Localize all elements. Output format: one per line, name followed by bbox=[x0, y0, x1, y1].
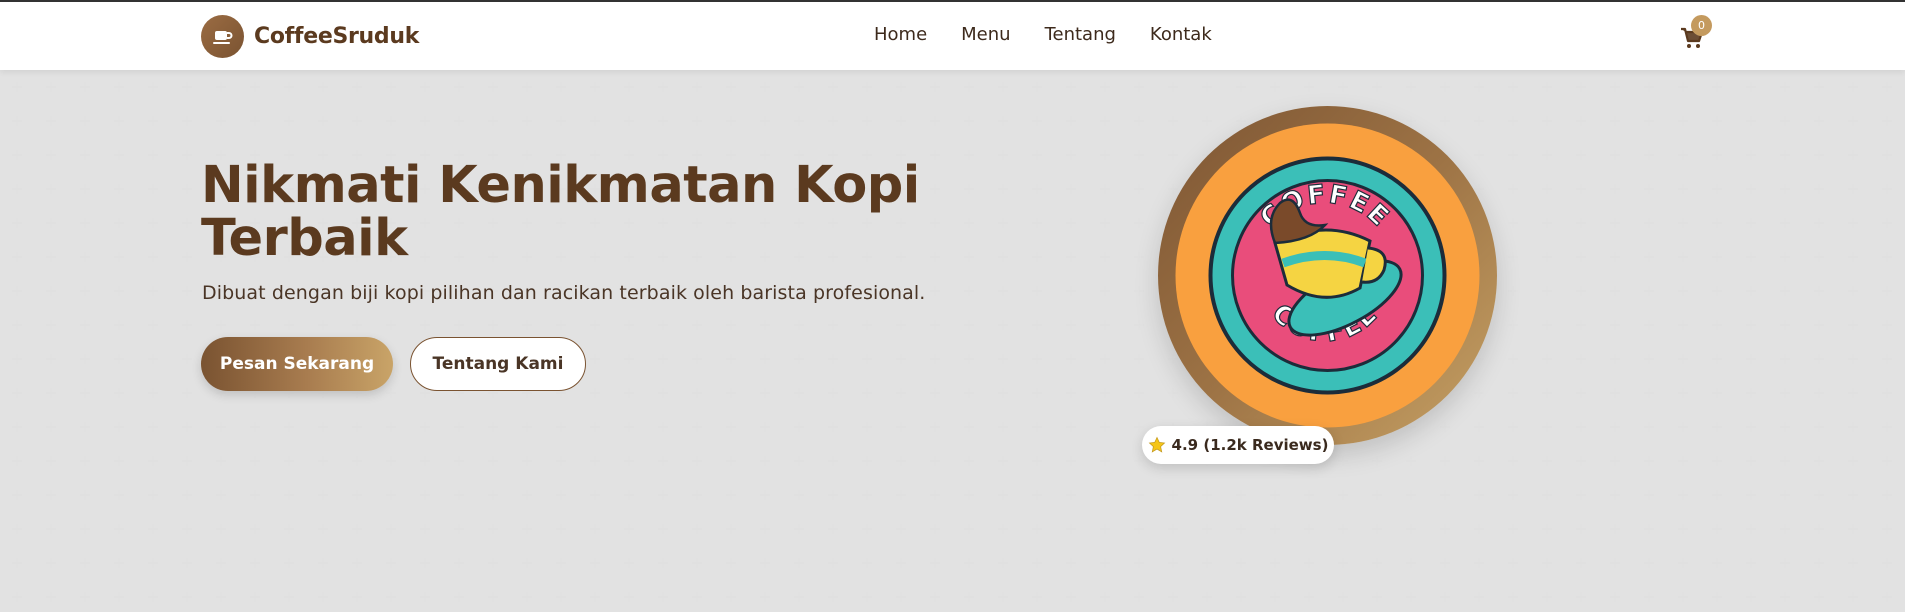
nav-link-tentang[interactable]: Tentang bbox=[1045, 24, 1116, 45]
nav-links: Home Menu Tentang Kontak bbox=[874, 24, 1212, 45]
hero-subtitle: Dibuat dengan biji kopi pilihan dan raci… bbox=[202, 282, 926, 304]
hero-logo: COFFEE COFFEE bbox=[1158, 106, 1497, 445]
nav-link-home[interactable]: Home bbox=[874, 24, 927, 45]
rating-badge: 4.9 (1.2k Reviews) bbox=[1142, 426, 1334, 464]
about-us-button[interactable]: Tentang Kami bbox=[410, 337, 586, 391]
coffee-cup-icon bbox=[201, 15, 244, 58]
coffee-logo-image: COFFEE COFFEE bbox=[1175, 123, 1480, 428]
cart-count-badge: 0 bbox=[1691, 15, 1712, 36]
hero-title: Nikmati Kenikmatan Kopi Terbaik bbox=[201, 156, 920, 268]
navbar: CoffeeSruduk Home Menu Tentang Kontak 0 bbox=[0, 2, 1905, 70]
order-now-button[interactable]: Pesan Sekarang bbox=[201, 337, 393, 391]
nav-link-menu[interactable]: Menu bbox=[961, 24, 1010, 45]
star-icon bbox=[1148, 436, 1165, 453]
rating-text: 4.9 (1.2k Reviews) bbox=[1171, 436, 1329, 454]
brand[interactable]: CoffeeSruduk bbox=[201, 15, 419, 58]
brand-name: CoffeeSruduk bbox=[254, 24, 420, 49]
nav-link-kontak[interactable]: Kontak bbox=[1150, 24, 1212, 45]
cart-button[interactable]: 0 bbox=[1677, 15, 1712, 54]
